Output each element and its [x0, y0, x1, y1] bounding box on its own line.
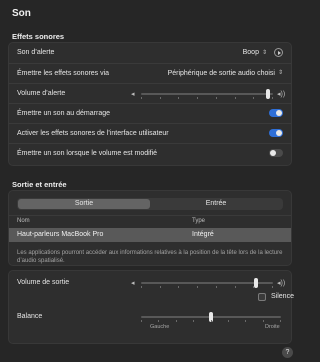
speaker-low-icon: ◂: [131, 91, 135, 98]
alert-volume-slider[interactable]: [141, 89, 273, 99]
toggle-knob: [270, 150, 276, 156]
tab-entree[interactable]: Entrée: [150, 199, 282, 209]
balance-right-label: Droite: [265, 324, 280, 330]
alert-sound-popup[interactable]: Boop ⇕: [243, 48, 283, 57]
slider-thumb[interactable]: [253, 278, 258, 288]
slider-tick: [158, 320, 160, 322]
slider-tick: [272, 97, 273, 99]
chevron-updown-icon: ⇕: [277, 70, 283, 76]
column-nom: Nom: [17, 218, 30, 224]
slider-tick: [141, 97, 142, 99]
page-title: Son: [12, 8, 31, 19]
slider-tick: [253, 286, 255, 288]
table-row[interactable]: Haut-parleurs MacBook Pro Intégré: [9, 228, 291, 242]
slider-tick: [280, 320, 281, 322]
speaker-high-icon: ◂)): [277, 91, 286, 98]
io-controls-group: Volume de sortie ◂ ◂)) Silence Balance G…: [8, 270, 294, 344]
slider-tick: [197, 286, 199, 288]
slider-tick: [141, 286, 142, 288]
toggle-knob: [276, 110, 282, 116]
alert-sound-row: Son d’alerte Boop ⇕: [9, 43, 291, 62]
io-device-group: Sortie Entrée Nom Type Haut-parleurs Mac…: [8, 190, 292, 266]
slider-tick: [175, 320, 177, 322]
effects-section-title: Effets sonores: [12, 32, 65, 41]
slider-tick: [197, 97, 199, 99]
output-via-popup[interactable]: Périphérique de sortie audio choisi ⇕: [168, 70, 283, 77]
play-icon[interactable]: [274, 48, 283, 57]
device-type: Intégré: [192, 231, 214, 238]
speaker-high-icon: ◂)): [277, 280, 286, 287]
mute-checkbox[interactable]: [258, 293, 266, 301]
chevron-updown-icon: ⇕: [261, 49, 267, 56]
ui-sounds-label: Activer les effets sonores de l’interfac…: [17, 129, 169, 137]
speaker-low-icon: ◂: [131, 280, 135, 287]
slider-thumb[interactable]: [265, 89, 270, 99]
slider-tick: [227, 320, 229, 322]
io-section-title: Sortie et entrée: [12, 180, 67, 189]
volume-feedback-toggle[interactable]: [269, 149, 283, 157]
slider-tick: [234, 97, 236, 99]
startup-sound-toggle[interactable]: [269, 109, 283, 117]
startup-sound-label: Émettre un son au démarrage: [17, 109, 110, 117]
balance-left-label: Gauche: [150, 324, 170, 330]
io-segmented-control: Sortie Entrée: [17, 198, 283, 210]
output-via-row: Émettre les effets sonores via Périphéri…: [9, 63, 291, 82]
device-table-header: Nom Type: [9, 215, 291, 227]
output-via-label: Émettre les effets sonores via: [17, 69, 110, 77]
slider-tick: [272, 286, 273, 288]
ui-sounds-toggle[interactable]: [269, 129, 283, 137]
toggle-knob: [276, 130, 282, 136]
slider-tick: [215, 97, 217, 99]
slider-tick: [253, 97, 255, 99]
spatial-audio-note: Les applications pourront accéder aux in…: [17, 250, 283, 264]
device-name: Haut-parleurs MacBook Pro: [17, 231, 104, 238]
output-volume-label: Volume de sortie: [17, 279, 70, 286]
slider-track: [141, 93, 273, 95]
slider-tick: [178, 97, 180, 99]
slider-tick: [245, 320, 247, 322]
slider-tick: [159, 286, 161, 288]
slider-tick: [210, 320, 212, 322]
volume-feedback-row: Émettre un son lorsque le volume est mod…: [9, 143, 291, 162]
volume-feedback-label: Émettre un son lorsque le volume est mod…: [17, 149, 158, 157]
help-button[interactable]: ?: [282, 347, 293, 358]
output-volume-slider[interactable]: [141, 278, 273, 288]
alert-sound-value: Boop: [242, 49, 259, 56]
output-via-value: Périphérique de sortie audio choisi: [167, 69, 275, 77]
balance-label: Balance: [17, 313, 43, 320]
slider-tick: [193, 320, 195, 322]
slider-tick: [159, 97, 161, 99]
balance-slider[interactable]: [141, 312, 281, 322]
effects-group: Son d’alerte Boop ⇕ Émettre les effets s…: [8, 42, 292, 166]
slider-tick: [178, 286, 180, 288]
slider-tick: [234, 286, 236, 288]
slider-tick: [262, 320, 264, 322]
alert-volume-row: Volume d’alerte ◂ ◂)): [9, 83, 291, 102]
slider-tick: [215, 286, 217, 288]
ui-sounds-row: Activer les effets sonores de l’interfac…: [9, 123, 291, 142]
tab-sortie[interactable]: Sortie: [18, 199, 150, 209]
alert-sound-label: Son d’alerte: [17, 49, 55, 56]
mute-label: Silence: [271, 293, 294, 300]
slider-tick: [141, 320, 142, 322]
alert-volume-label: Volume d’alerte: [17, 89, 66, 97]
column-type: Type: [192, 218, 206, 224]
startup-sound-row: Émettre un son au démarrage: [9, 103, 291, 122]
